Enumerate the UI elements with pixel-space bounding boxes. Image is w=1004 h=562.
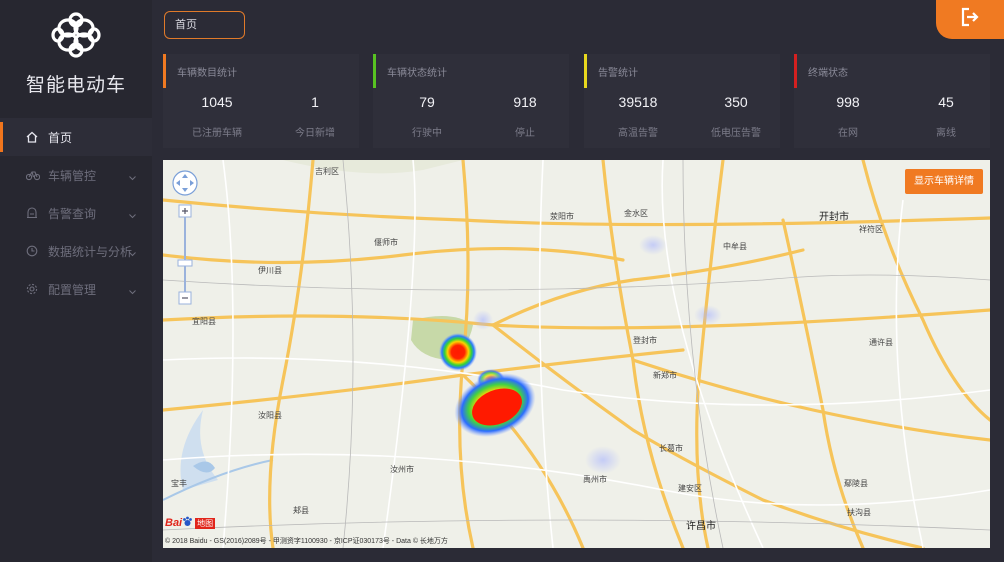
chevron-down-icon <box>129 208 136 222</box>
bicycle-icon <box>26 169 44 181</box>
card-accent-bar <box>794 54 797 88</box>
zoom-slider-handle[interactable] <box>177 259 193 267</box>
app-logo <box>46 10 106 60</box>
map-label: 汝州市 <box>390 465 414 474</box>
map-label: 宜阳县 <box>192 317 216 326</box>
sidebar-item-alarm-query[interactable]: 告警查询 <box>0 194 152 232</box>
online-label: 在网 <box>838 128 858 139</box>
low-voltage-alarm-value: 350 <box>724 94 748 110</box>
card-title: 车辆状态统计 <box>387 68 447 79</box>
map-label: 通许县 <box>869 338 893 347</box>
card-accent-bar <box>584 54 587 88</box>
map-label: 汝阳县 <box>258 411 282 420</box>
offline-label: 离线 <box>936 128 956 139</box>
chevron-down-icon <box>129 284 136 298</box>
sidebar-menu: 首页 车辆管控 告警查询 数据统计与分析 配置管理 <box>0 118 152 308</box>
breadcrumb-home[interactable]: 首页 <box>164 11 245 39</box>
app-title: 智能电动车 <box>25 75 126 96</box>
chevron-down-icon <box>129 246 136 260</box>
high-temp-alarm-value: 39518 <box>618 94 658 110</box>
driving-label: 行驶中 <box>412 128 442 139</box>
card-accent-bar <box>373 54 376 88</box>
map-label: 祥符区 <box>859 225 883 234</box>
new-today-label: 今日新增 <box>295 128 335 139</box>
sidebar-item-statistics[interactable]: 数据统计与分析 <box>0 232 152 270</box>
sidebar-item-label: 数据统计与分析 <box>48 244 133 259</box>
card-terminal-status: 终端状态 998 45 在网 离线 <box>794 54 990 148</box>
map-label: 中牟县 <box>723 242 747 251</box>
gear-icon <box>26 283 44 295</box>
sidebar-item-home[interactable]: 首页 <box>0 118 152 156</box>
sidebar-item-config[interactable]: 配置管理 <box>0 270 152 308</box>
low-voltage-alarm-label: 低电压告警 <box>711 128 761 139</box>
card-vehicle-status: 车辆状态统计 79 918 行驶中 停止 <box>373 54 569 148</box>
logout-button[interactable] <box>936 0 1004 39</box>
map-label: 伊川县 <box>258 266 282 275</box>
alarm-icon <box>26 207 44 219</box>
stopped-label: 停止 <box>515 128 535 139</box>
map-label: 荥阳市 <box>550 212 574 221</box>
sidebar-item-label: 告警查询 <box>48 206 97 221</box>
card-accent-bar <box>163 54 166 88</box>
map-label: 金水区 <box>624 209 648 218</box>
baidu-logo-text: Bai <box>165 517 183 529</box>
chevron-down-icon <box>129 170 136 184</box>
map-label: 偃师市 <box>374 238 398 247</box>
sidebar-item-label: 车辆管控 <box>48 168 97 183</box>
clock-icon <box>26 245 44 257</box>
map-navigation-control[interactable] <box>171 168 201 313</box>
logout-icon <box>960 7 980 32</box>
paw-icon <box>182 514 193 532</box>
sidebar-item-label: 配置管理 <box>48 282 97 297</box>
stopped-value: 918 <box>513 94 537 110</box>
card-title: 告警统计 <box>598 68 638 79</box>
map-label: 吉利区 <box>315 167 339 176</box>
home-icon <box>26 131 44 143</box>
sidebar: 智能电动车 首页 车辆管控 告警查询 数据统计与分析 配置管理 <box>0 0 152 562</box>
card-title: 终端状态 <box>808 68 848 79</box>
heatmap-map[interactable]: 吉利区 荥阳市 金水区 开封市 祥符区 中牟县 偃师市 伊川县 宜阳县 通许县 … <box>163 160 990 548</box>
map-label: 郏县 <box>293 506 309 515</box>
map-canvas[interactable] <box>163 160 990 548</box>
baidu-logo-badge: 地图 <box>195 517 216 529</box>
new-today-value: 1 <box>311 94 319 110</box>
sidebar-item-vehicle-control[interactable]: 车辆管控 <box>0 156 152 194</box>
map-label: 新郑市 <box>653 371 677 380</box>
card-vehicle-count: 车辆数目统计 1045 1 已注册车辆 今日新增 <box>163 54 359 148</box>
driving-value: 79 <box>419 94 435 110</box>
baidu-map-logo[interactable]: Bai 地图 <box>165 514 216 532</box>
map-label: 许昌市 <box>686 521 716 532</box>
map-label: 鄢陵县 <box>844 479 868 488</box>
map-copyright: © 2018 Baidu - GS(2016)2089号 - 甲测资字11009… <box>165 538 448 545</box>
sidebar-item-label: 首页 <box>48 130 73 145</box>
map-label: 登封市 <box>633 336 657 345</box>
card-title: 车辆数目统计 <box>177 68 237 79</box>
card-alarm-stats: 告警统计 39518 350 高温告警 低电压告警 <box>584 54 780 148</box>
map-label: 长葛市 <box>659 444 683 453</box>
map-label: 扶沟县 <box>847 508 871 517</box>
show-vehicle-details-button[interactable]: 显示车辆详情 <box>905 169 983 194</box>
registered-vehicles-value: 1045 <box>201 94 233 110</box>
map-label: 宝丰 <box>171 479 187 488</box>
map-label: 禹州市 <box>583 475 607 484</box>
online-value: 998 <box>836 94 860 110</box>
map-label: 建安区 <box>678 484 702 493</box>
offline-value: 45 <box>938 94 954 110</box>
map-label: 开封市 <box>819 212 849 223</box>
high-temp-alarm-label: 高温告警 <box>618 128 658 139</box>
registered-vehicles-label: 已注册车辆 <box>192 128 242 139</box>
